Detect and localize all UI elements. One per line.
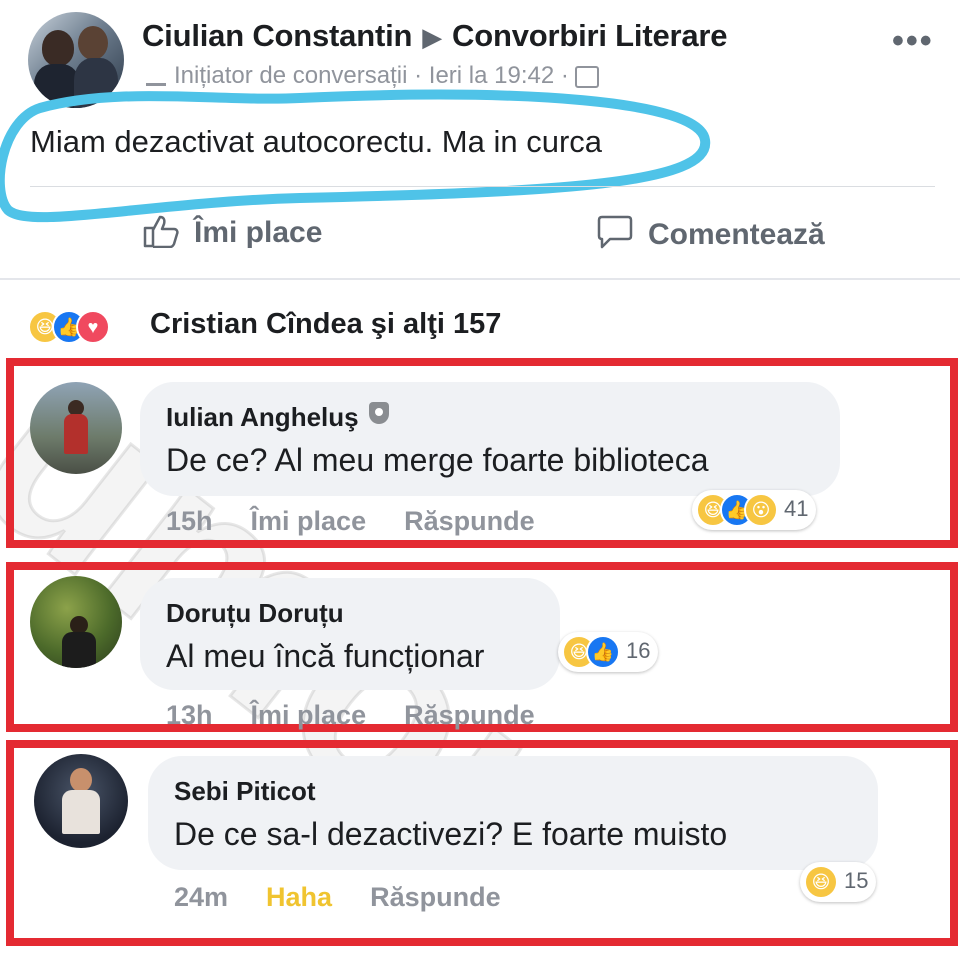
comment-avatar[interactable] bbox=[34, 754, 128, 848]
comment-reactions[interactable]: 😆 👍 16 bbox=[558, 632, 659, 672]
author-avatar[interactable] bbox=[28, 12, 124, 108]
comment-meta: 24m Haha Răspunde bbox=[174, 882, 539, 913]
haha-reaction-icon: 😆 bbox=[804, 865, 838, 899]
comment-text: De ce? Al meu merge foarte biblioteca bbox=[166, 442, 709, 478]
reaction-count: 15 bbox=[844, 867, 869, 893]
comment-time[interactable]: 24m bbox=[174, 882, 228, 912]
comment-text: De ce sa-l dezactivezi? E foarte muisto bbox=[174, 816, 728, 852]
comment-reply-button[interactable]: Răspunde bbox=[404, 700, 535, 730]
comment-button[interactable]: Comentează bbox=[596, 214, 825, 252]
comment-avatar[interactable] bbox=[30, 382, 122, 474]
comment-reactions[interactable]: 😆 👍 😮 41 bbox=[692, 490, 817, 530]
arrow-right-icon: ▶ bbox=[422, 22, 443, 52]
comment-like-button[interactable]: Îmi place bbox=[251, 700, 367, 730]
post-meta-text: Inițiator de conversații · Ieri la 19:42… bbox=[174, 62, 569, 89]
post-body: Miam dezactivat autocorectu. Ma in curca bbox=[30, 124, 603, 159]
reactions-summary-icons[interactable]: 😆 👍 ♥ bbox=[28, 310, 110, 346]
wow-reaction-icon: 😮 bbox=[744, 493, 778, 527]
reaction-count: 41 bbox=[784, 495, 809, 521]
thumbs-up-icon bbox=[143, 215, 179, 249]
comment-reply-button[interactable]: Răspunde bbox=[370, 882, 501, 912]
conversation-starter-badge-icon bbox=[146, 67, 166, 87]
comment-time[interactable]: 15h bbox=[166, 506, 213, 536]
comment-author[interactable]: Doruțu Doruțu bbox=[166, 598, 344, 629]
comment-meta: 15h Îmi place Răspunde bbox=[166, 506, 573, 537]
like-button[interactable]: Îmi place bbox=[142, 214, 322, 250]
author-name[interactable]: Ciulian Constantin bbox=[142, 18, 412, 53]
divider bbox=[0, 278, 960, 280]
shield-badge-icon bbox=[368, 402, 389, 424]
post-title: Ciulian Constantin ▶ Convorbiri Literare bbox=[142, 18, 727, 54]
love-reaction-icon: ♥ bbox=[76, 310, 110, 344]
comment-like-button[interactable]: Îmi place bbox=[251, 506, 367, 536]
comment-avatar[interactable] bbox=[30, 576, 122, 668]
like-label: Îmi place bbox=[194, 216, 323, 249]
divider bbox=[30, 186, 935, 187]
comment-meta: 13h Îmi place Răspunde bbox=[166, 700, 573, 731]
post-subtitle: Inițiator de conversații · Ieri la 19:42… bbox=[146, 62, 599, 90]
like-reaction-icon: 👍 bbox=[586, 635, 620, 669]
group-privacy-icon bbox=[574, 65, 599, 88]
comment-time[interactable]: 13h bbox=[166, 700, 213, 730]
comment-bubble-icon bbox=[597, 215, 633, 249]
comment-label: Comentează bbox=[648, 218, 825, 251]
comment-author[interactable]: Sebi Piticot bbox=[174, 776, 316, 807]
reaction-count: 16 bbox=[626, 637, 651, 663]
comment-reply-button[interactable]: Răspunde bbox=[404, 506, 535, 536]
comment-text: Al meu încă funcționar bbox=[166, 638, 485, 674]
group-name[interactable]: Convorbiri Literare bbox=[452, 18, 727, 53]
comment-haha-button[interactable]: Haha bbox=[266, 882, 332, 912]
reactions-summary-text[interactable]: Cristian Cîndea şi alţi 157 bbox=[150, 308, 501, 341]
more-options-icon[interactable]: ••• bbox=[892, 22, 934, 61]
comment-author[interactable]: Iulian Angheluş bbox=[166, 402, 389, 433]
comment-reactions[interactable]: 😆 15 bbox=[800, 862, 877, 902]
